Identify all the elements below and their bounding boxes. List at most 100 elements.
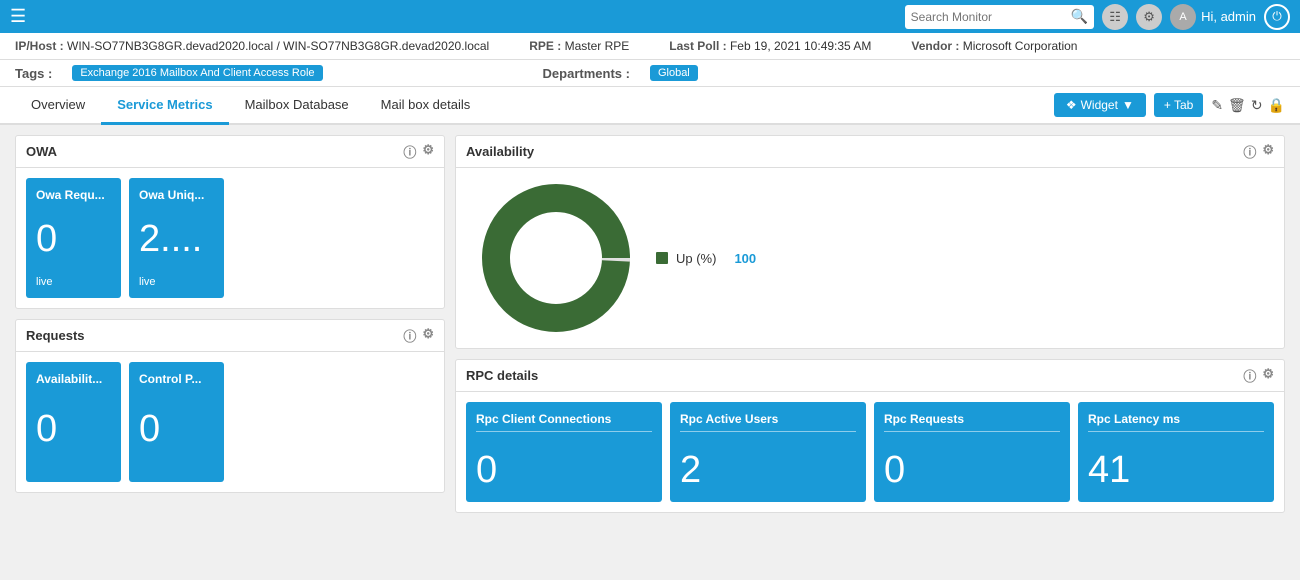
settings-icon[interactable]: ⚙: [1136, 4, 1162, 30]
legend-value-0: 100: [734, 251, 756, 266]
tab-mailbox-database[interactable]: Mailbox Database: [229, 87, 365, 125]
right-panel: Availability ⓘ ⚙ Up (%): [455, 135, 1285, 529]
owa-card-0: Owa Requ... 0 live: [26, 178, 121, 298]
search-button[interactable]: 🔍: [1071, 8, 1088, 25]
delete-icon[interactable]: 🗑: [1228, 97, 1246, 114]
rpc-title: RPC details: [466, 368, 538, 383]
search-input[interactable]: [911, 10, 1071, 24]
availability-section: Availability ⓘ ⚙ Up (%): [455, 135, 1285, 349]
rpc-card-1-value: 2: [680, 449, 856, 492]
tab-service-metrics[interactable]: Service Metrics: [101, 87, 228, 125]
rpe-label: RPE :: [529, 39, 561, 53]
availability-info-icon[interactable]: ⓘ: [1243, 142, 1256, 161]
requests-title: Requests: [26, 328, 85, 343]
poll-info: Last Poll : Feb 19, 2021 10:49:35 AM: [669, 39, 871, 53]
rpc-header-icons: ⓘ ⚙: [1243, 366, 1274, 385]
owa-card-0-footer: live: [36, 276, 111, 288]
requests-section: Requests ⓘ ⚙ Availabilit... 0 Control P.…: [15, 319, 445, 493]
menu-icon[interactable]: ☰: [10, 6, 26, 27]
rpc-card-2: Rpc Requests 0: [874, 402, 1070, 502]
owa-header-icons: ⓘ ⚙: [403, 142, 434, 161]
tags-row: Tags : Exchange 2016 Mailbox And Client …: [0, 60, 1300, 87]
requests-gear-icon[interactable]: ⚙: [422, 326, 434, 345]
owa-gear-icon[interactable]: ⚙: [422, 142, 434, 161]
apps-icon[interactable]: ☷: [1102, 4, 1128, 30]
user-area[interactable]: A Hi, admin: [1170, 4, 1256, 30]
rpc-card-3: Rpc Latency ms 41: [1078, 402, 1274, 502]
rpc-card-1-title: Rpc Active Users: [680, 412, 856, 432]
donut-chart: [476, 178, 636, 338]
widget-icon: ❖: [1066, 98, 1077, 112]
owa-title: OWA: [26, 144, 57, 159]
owa-card-1: Owa Uniq... 2.... live: [129, 178, 224, 298]
tabs-right: ❖ Widget ▼ + Tab ✎ 🗑 ↻ 🔒: [1054, 93, 1285, 117]
legend-label-0: Up (%): [676, 251, 716, 266]
vendor-label: Vendor :: [911, 39, 959, 53]
last-poll-label: Last Poll :: [669, 39, 726, 53]
owa-section-header: OWA ⓘ ⚙: [16, 136, 444, 168]
requests-card-0-title: Availabilit...: [36, 372, 111, 386]
owa-info-icon[interactable]: ⓘ: [403, 142, 416, 161]
requests-card-0: Availabilit... 0: [26, 362, 121, 482]
infobar: IP/Host : WIN-SO77NB3G8GR.devad2020.loca…: [0, 33, 1300, 60]
requests-section-body: Availabilit... 0 Control P... 0: [16, 352, 444, 492]
main-content: OWA ⓘ ⚙ Owa Requ... 0 live Owa Uniq... 2…: [0, 125, 1300, 539]
tags-label: Tags :: [15, 66, 52, 81]
widget-button[interactable]: ❖ Widget ▼: [1054, 93, 1146, 117]
tabsbar: Overview Service Metrics Mailbox Databas…: [0, 87, 1300, 125]
rpc-info-icon[interactable]: ⓘ: [1243, 366, 1256, 385]
search-box: 🔍: [905, 5, 1094, 29]
lock-icon[interactable]: 🔒: [1268, 97, 1285, 114]
owa-card-1-footer: live: [139, 276, 214, 288]
rpc-gear-icon[interactable]: ⚙: [1262, 366, 1274, 385]
power-button[interactable]: ⏻: [1264, 4, 1290, 30]
vendor-value: Microsoft Corporation: [963, 39, 1078, 53]
widget-chevron: ▼: [1122, 98, 1134, 112]
legend-dot-0: [656, 252, 668, 264]
owa-metric-cards: Owa Requ... 0 live Owa Uniq... 2.... liv…: [26, 178, 434, 298]
rpc-card-0-value: 0: [476, 449, 652, 492]
rpc-section: RPC details ⓘ ⚙ Rpc Client Connections 0…: [455, 359, 1285, 513]
owa-card-0-value: 0: [36, 220, 111, 258]
requests-card-1: Control P... 0: [129, 362, 224, 482]
rpc-card-0-title: Rpc Client Connections: [476, 412, 652, 432]
owa-section: OWA ⓘ ⚙ Owa Requ... 0 live Owa Uniq... 2…: [15, 135, 445, 309]
availability-gear-icon[interactable]: ⚙: [1262, 142, 1274, 161]
rpc-card-1: Rpc Active Users 2: [670, 402, 866, 502]
rpe-value: Master RPE: [565, 39, 630, 53]
tab-overview[interactable]: Overview: [15, 87, 101, 125]
rpc-card-3-value: 41: [1088, 449, 1264, 492]
dept-badge: Global: [650, 65, 698, 81]
edit-icon[interactable]: ✎: [1211, 97, 1223, 114]
tab-mailbox-details[interactable]: Mail box details: [365, 87, 487, 125]
rpc-cards: Rpc Client Connections 0 Rpc Active User…: [456, 392, 1284, 512]
rpc-section-header: RPC details ⓘ ⚙: [456, 360, 1284, 392]
left-panel: OWA ⓘ ⚙ Owa Requ... 0 live Owa Uniq... 2…: [15, 135, 445, 529]
legend-item-0: Up (%) 100: [656, 251, 756, 266]
requests-card-1-value: 0: [139, 410, 214, 448]
topbar: ☰ 🔍 ☷ ⚙ A Hi, admin ⏻: [0, 0, 1300, 33]
avatar: A: [1170, 4, 1196, 30]
add-tab-button[interactable]: + Tab: [1154, 93, 1203, 117]
dept-label: Departments :: [543, 66, 630, 81]
availability-body: Up (%) 100: [456, 168, 1284, 348]
add-tab-label: + Tab: [1164, 98, 1193, 112]
topbar-left: ☰: [10, 6, 26, 27]
user-greeting: Hi, admin: [1201, 9, 1256, 24]
ip-value: WIN-SO77NB3G8GR.devad2020.local / WIN-SO…: [67, 39, 489, 53]
owa-section-body: Owa Requ... 0 live Owa Uniq... 2.... liv…: [16, 168, 444, 308]
requests-header-icons: ⓘ ⚙: [403, 326, 434, 345]
rpc-card-2-title: Rpc Requests: [884, 412, 1060, 432]
requests-metric-cards: Availabilit... 0 Control P... 0: [26, 362, 434, 482]
legend-area: Up (%) 100: [656, 251, 756, 266]
widget-label: Widget: [1081, 98, 1118, 112]
tabs-left: Overview Service Metrics Mailbox Databas…: [15, 87, 486, 123]
rpe-info: RPE : Master RPE: [529, 39, 629, 53]
requests-info-icon[interactable]: ⓘ: [403, 326, 416, 345]
availability-header-icons: ⓘ ⚙: [1243, 142, 1274, 161]
owa-card-0-title: Owa Requ...: [36, 188, 111, 202]
rpc-card-0: Rpc Client Connections 0: [466, 402, 662, 502]
topbar-right: 🔍 ☷ ⚙ A Hi, admin ⏻: [905, 4, 1290, 30]
availability-title: Availability: [466, 144, 534, 159]
refresh-icon[interactable]: ↻: [1251, 97, 1263, 114]
